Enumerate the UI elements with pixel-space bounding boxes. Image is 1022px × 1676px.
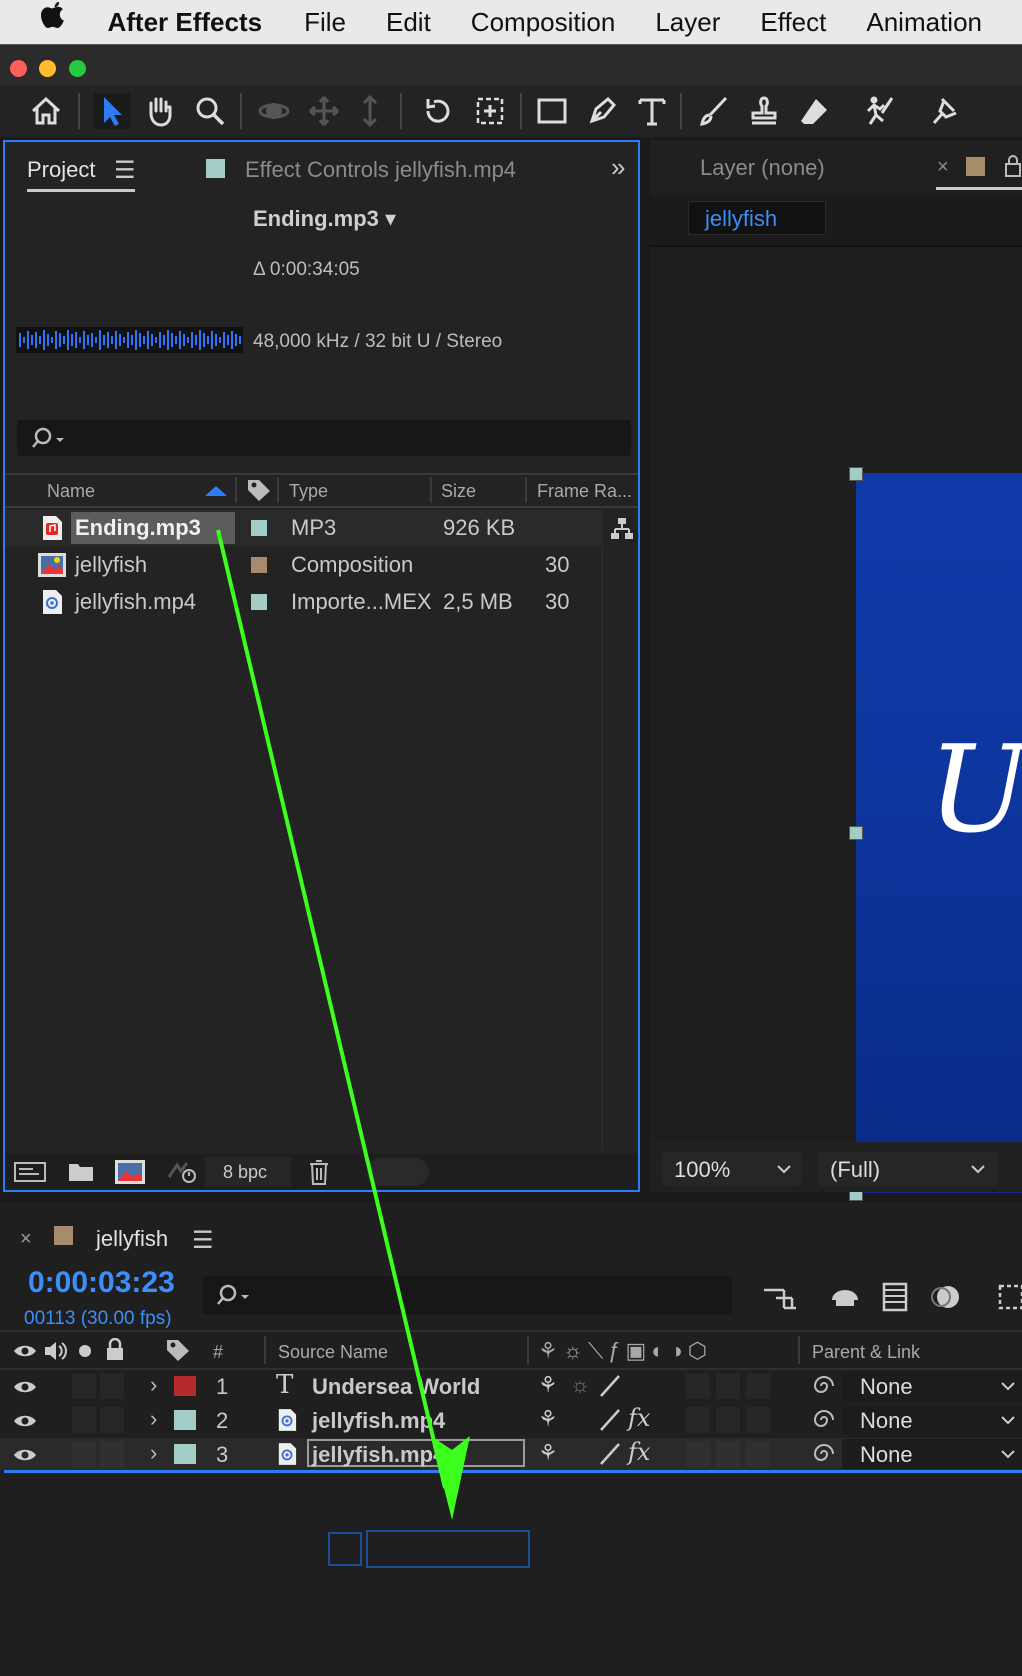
drag-arrow-annotation [216, 529, 470, 1520]
